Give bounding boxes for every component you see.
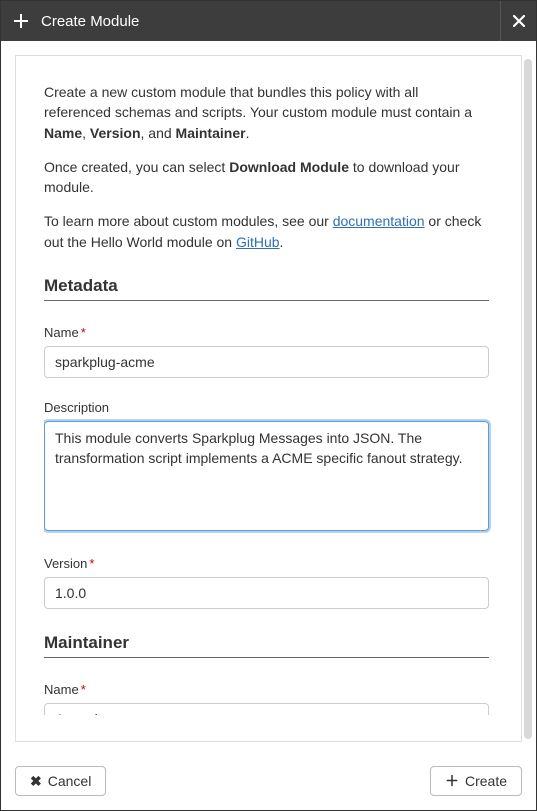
- field-name: Name*: [44, 325, 489, 378]
- cancel-button[interactable]: ✖ Cancel: [15, 766, 106, 796]
- documentation-link[interactable]: documentation: [333, 213, 425, 229]
- version-input[interactable]: [44, 577, 489, 609]
- name-input[interactable]: [44, 346, 489, 378]
- field-version: Version*: [44, 556, 489, 609]
- dialog-titlebar: Create Module: [1, 1, 536, 41]
- cancel-button-label: Cancel: [48, 773, 92, 789]
- create-module-dialog: Create Module Create a new custom module…: [0, 0, 537, 811]
- scrollbar[interactable]: [524, 59, 532, 739]
- maintainer-name-label: Name*: [44, 682, 489, 697]
- dialog-footer: ✖ Cancel ＋ Create: [1, 756, 536, 810]
- divider: [44, 300, 489, 301]
- description-textarea[interactable]: This module converts Sparkplug Messages …: [44, 421, 489, 531]
- maintainer-name-input[interactable]: [44, 703, 489, 715]
- required-marker: *: [89, 556, 94, 571]
- section-maintainer-title: Maintainer: [44, 633, 489, 653]
- field-maintainer-name: Name*: [44, 682, 489, 715]
- intro-paragraph-1: Create a new custom module that bundles …: [44, 82, 489, 143]
- field-description: Description This module converts Sparkpl…: [44, 400, 489, 534]
- divider: [44, 657, 489, 658]
- intro-paragraph-3: To learn more about custom modules, see …: [44, 211, 489, 252]
- github-link[interactable]: GitHub: [236, 234, 280, 250]
- content-panel: Create a new custom module that bundles …: [15, 55, 522, 742]
- section-metadata-title: Metadata: [44, 276, 489, 296]
- plus-icon: [13, 13, 29, 29]
- description-label: Description: [44, 400, 489, 415]
- close-icon: [513, 15, 525, 27]
- close-button[interactable]: [500, 1, 536, 41]
- required-marker: *: [81, 325, 86, 340]
- version-label: Version*: [44, 556, 489, 571]
- dialog-title: Create Module: [41, 13, 500, 30]
- create-button[interactable]: ＋ Create: [430, 766, 522, 796]
- create-button-label: Create: [465, 773, 507, 789]
- intro-paragraph-2: Once created, you can select Download Mo…: [44, 157, 489, 198]
- x-icon: ✖: [30, 774, 42, 788]
- name-label: Name*: [44, 325, 489, 340]
- dialog-body: Create a new custom module that bundles …: [1, 41, 536, 756]
- plus-icon: ＋: [445, 774, 459, 788]
- required-marker: *: [81, 682, 86, 697]
